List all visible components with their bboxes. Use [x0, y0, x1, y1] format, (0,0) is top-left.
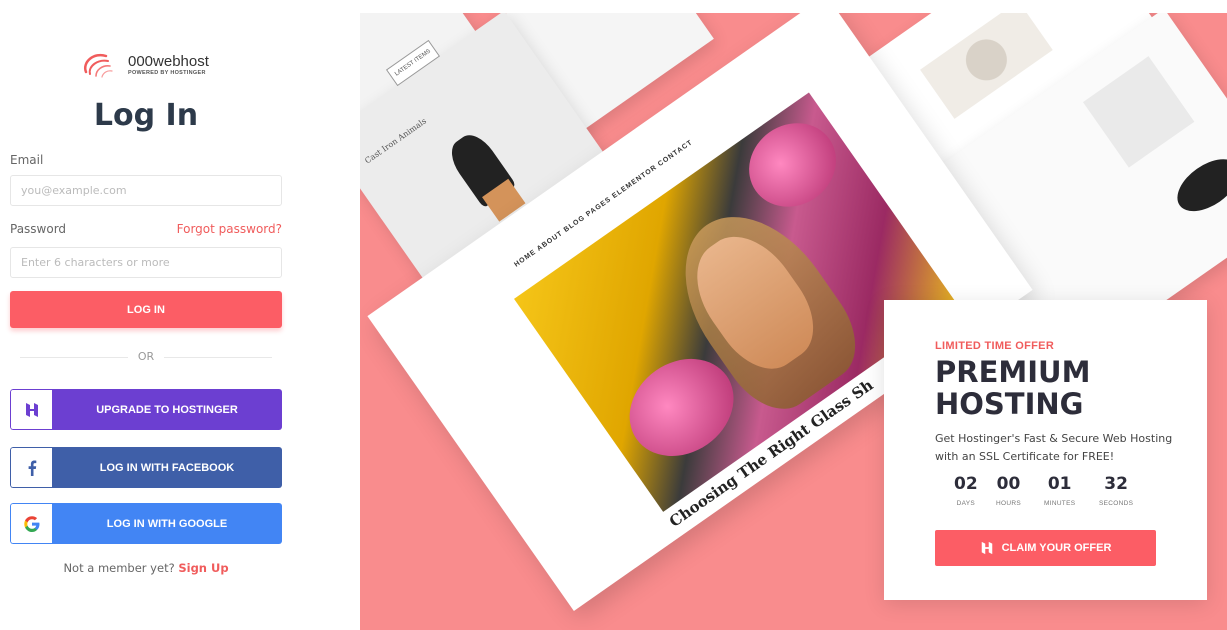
login-button[interactable]: LOG IN: [10, 291, 282, 328]
email-label: Email: [10, 153, 44, 167]
facebook-icon-box: [10, 447, 52, 488]
fish-illustration-image: [1168, 148, 1227, 222]
offer-headline: PREMIUM HOSTING: [935, 356, 1090, 420]
offer-description: Get Hostinger's Fast & Secure Web Hostin…: [935, 432, 1173, 463]
hostinger-icon: [981, 541, 992, 555]
facebook-icon: [28, 460, 36, 476]
google-icon-box: [10, 503, 52, 544]
page-title: Log In: [93, 98, 199, 133]
swirl-logo-icon: [83, 53, 113, 78]
offer-headline-line1: PREMIUM: [935, 355, 1091, 389]
google-login-label: LOG IN WITH GOOGLE: [52, 503, 282, 544]
brand-sub: POWERED BY HOSTINGER: [128, 69, 206, 76]
hostinger-icon-box: [10, 389, 52, 430]
password-label: Password: [10, 222, 67, 236]
email-field[interactable]: [10, 175, 282, 206]
google-login-button[interactable]: LOG IN WITH GOOGLE: [10, 503, 282, 544]
hostinger-icon: [25, 402, 38, 417]
countdown-value: 02: [954, 474, 978, 494]
offer-card: LIMITED TIME OFFER PREMIUM HOSTING Get H…: [884, 300, 1207, 600]
forgot-password-link[interactable]: Forgot password?: [177, 222, 282, 236]
product-label: Cast Iron Animals: [363, 116, 429, 166]
countdown-unit: DAYS: [956, 500, 976, 507]
google-icon: [23, 515, 39, 532]
signup-link[interactable]: Sign Up: [178, 561, 228, 575]
countdown-days: 02 DAYS: [954, 474, 978, 507]
countdown-unit: SECONDS: [1099, 500, 1134, 507]
facebook-login-button[interactable]: LOG IN WITH FACEBOOK: [10, 447, 282, 488]
upgrade-hostinger-button[interactable]: UPGRADE TO HOSTINGER: [10, 389, 282, 430]
brand-name: 000webhost: [128, 52, 209, 70]
brand-text: 000webhost POWERED BY HOSTINGER: [128, 54, 209, 77]
countdown-value: 01: [1047, 474, 1072, 494]
signup-prompt-text: Not a member yet?: [63, 561, 175, 575]
lantern-image: [732, 106, 853, 224]
countdown-unit: HOURS: [996, 500, 1021, 507]
bottles-image: [1082, 56, 1195, 168]
claim-offer-label: CLAIM YOUR OFFER: [1001, 542, 1112, 554]
page: 000webhost POWERED BY HOSTINGER Log In E…: [0, 0, 1227, 630]
password-field[interactable]: [10, 247, 282, 278]
divider-right: [164, 357, 272, 358]
offer-tag: LIMITED TIME OFFER: [935, 340, 1055, 352]
countdown-unit: MINUTES: [1044, 500, 1076, 507]
claim-offer-button[interactable]: CLAIM YOUR OFFER: [935, 530, 1156, 566]
upgrade-hostinger-label: UPGRADE TO HOSTINGER: [52, 389, 282, 430]
countdown-hours: 00 HOURS: [996, 474, 1021, 507]
countdown-minutes: 01 MINUTES: [1044, 474, 1075, 507]
facebook-login-label: LOG IN WITH FACEBOOK: [52, 447, 282, 488]
login-panel: 000webhost POWERED BY HOSTINGER Log In E…: [0, 0, 292, 630]
signup-prompt: Not a member yet? Sign Up: [0, 561, 292, 575]
countdown-seconds: 32 SECONDS: [1099, 474, 1133, 507]
countdown-value: 32: [1104, 474, 1128, 494]
brand-logo[interactable]: 000webhost POWERED BY HOSTINGER: [80, 50, 209, 80]
offer-headline-line2: HOSTING: [935, 387, 1084, 421]
countdown-value: 00: [996, 474, 1021, 494]
